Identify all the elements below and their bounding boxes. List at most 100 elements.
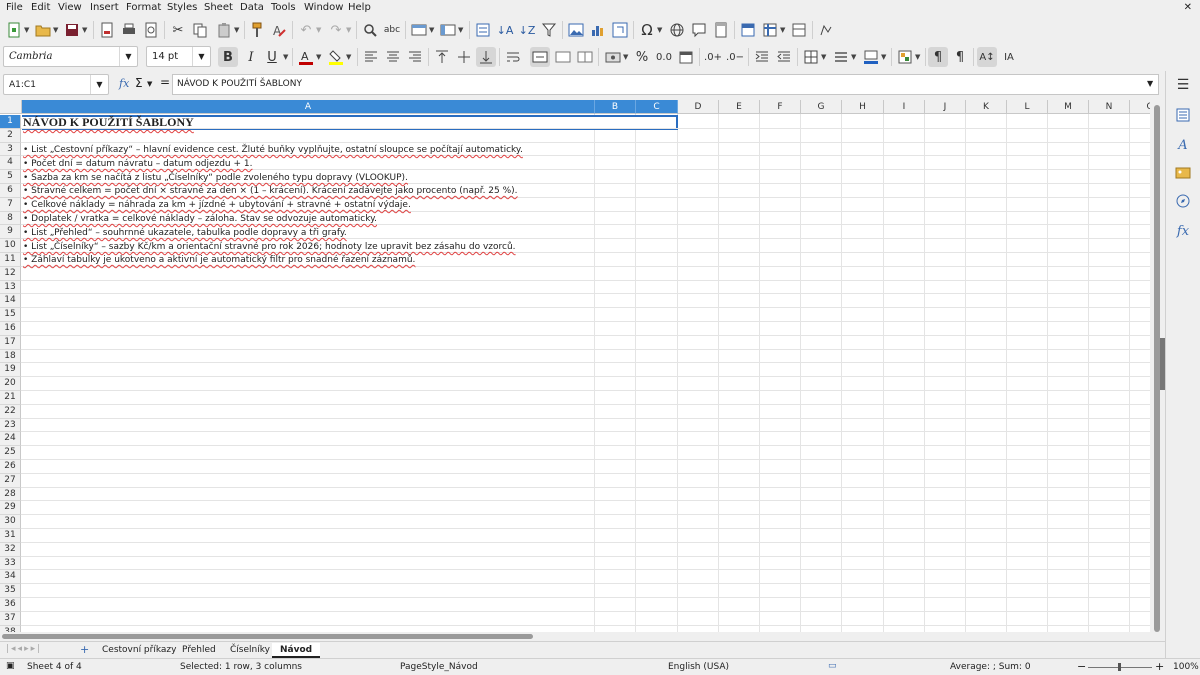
align-top-icon[interactable] — [432, 47, 452, 67]
menu-data[interactable]: Data — [240, 2, 264, 13]
chevron-down-icon[interactable]: ▼ — [346, 26, 351, 34]
language[interactable]: English (USA) — [668, 662, 729, 672]
align-right-icon[interactable] — [405, 47, 425, 67]
merge-center-icon[interactable] — [530, 47, 550, 67]
chevron-down-icon[interactable]: ▼ — [821, 53, 826, 61]
add-decimal-icon[interactable]: .0+ — [703, 47, 723, 67]
column-header-h[interactable]: H — [842, 100, 884, 114]
merge-cells-icon[interactable] — [553, 47, 573, 67]
hamburger-menu-icon[interactable]: ☰ — [1173, 75, 1193, 95]
formula-input[interactable]: NÁVOD K POUŽITÍ ŠABLONY — [172, 74, 1159, 95]
tab-ciselniky[interactable]: Číselníky — [222, 643, 278, 658]
row-header-36[interactable]: 36 — [0, 598, 21, 612]
column-header-f[interactable]: F — [760, 100, 801, 114]
row-header-6[interactable]: 6 — [0, 184, 21, 198]
row-header-8[interactable]: 8 — [0, 211, 21, 226]
insert-chart-icon[interactable] — [588, 20, 608, 40]
sort-ascending-icon[interactable]: ↓A — [495, 20, 515, 40]
navigator-icon[interactable] — [1173, 191, 1193, 211]
row-header-32[interactable]: 32 — [0, 542, 21, 557]
chevron-down-icon[interactable]: ▼ — [851, 53, 856, 61]
border-color-icon[interactable] — [861, 47, 881, 67]
row-header-21[interactable]: 21 — [0, 391, 21, 405]
export-pdf-icon[interactable] — [97, 20, 117, 40]
row-header-20[interactable]: 20 — [0, 377, 21, 391]
page-style[interactable]: PageStyle_Návod — [400, 662, 478, 672]
zoom-out-button[interactable]: − — [1077, 660, 1086, 673]
row-icon[interactable] — [409, 20, 429, 40]
column-header-e[interactable]: E — [719, 100, 760, 114]
hyperlink-icon[interactable] — [667, 20, 687, 40]
row-header-13[interactable]: 13 — [0, 280, 21, 295]
row-header-7[interactable]: 7 — [0, 197, 21, 212]
find-replace-icon[interactable] — [360, 20, 380, 40]
column-header-i[interactable]: I — [884, 100, 925, 114]
function-wizard-icon[interactable]: fx — [119, 77, 129, 90]
open-folder-icon[interactable] — [33, 20, 53, 40]
redo-icon[interactable]: ↷ — [326, 20, 346, 40]
number-format-button[interactable]: 0.0 — [654, 47, 674, 67]
row-header-22[interactable]: 22 — [0, 404, 21, 419]
menu-sheet[interactable]: Sheet — [204, 2, 233, 13]
chevron-down-icon[interactable]: ▼ — [346, 53, 351, 61]
row-header-3[interactable]: 3 — [0, 142, 21, 157]
row-header-31[interactable]: 31 — [0, 529, 21, 543]
name-box[interactable]: A1:C1 ▼ — [3, 74, 109, 95]
menu-window[interactable]: Window — [304, 2, 343, 13]
cell-a4[interactable]: • Počet dní = datum návratu – datum odje… — [23, 159, 252, 169]
split-window-icon[interactable] — [789, 20, 809, 40]
show-draw-functions-icon[interactable] — [816, 20, 836, 40]
column-icon[interactable] — [438, 20, 458, 40]
properties-icon[interactable] — [1173, 105, 1193, 125]
align-left-icon[interactable] — [361, 47, 381, 67]
cell-a10[interactable]: • List „Číselníky“ – sazby Kč/km a orien… — [23, 242, 516, 252]
sort-descending-icon[interactable]: ↓Z — [517, 20, 537, 40]
highlight-color-icon[interactable] — [326, 47, 346, 67]
row-header-19[interactable]: 19 — [0, 363, 21, 378]
row-header-35[interactable]: 35 — [0, 584, 21, 598]
column-header-b[interactable]: B — [595, 100, 636, 114]
italic-button[interactable]: I — [241, 47, 261, 67]
column-header-c[interactable]: C — [636, 100, 678, 114]
chevron-down-icon[interactable]: ▼ — [316, 26, 321, 34]
row-header-5[interactable]: 5 — [0, 170, 21, 184]
column-header-o[interactable]: O — [1130, 100, 1150, 114]
row-header-34[interactable]: 34 — [0, 570, 21, 585]
row-header-2[interactable]: 2 — [0, 128, 21, 143]
row-header-10[interactable]: 10 — [0, 239, 21, 253]
wrap-text-icon[interactable] — [503, 47, 523, 67]
paste-icon[interactable] — [214, 20, 234, 40]
border-style-icon[interactable] — [831, 47, 851, 67]
right-to-left-icon[interactable]: ¶ — [950, 47, 970, 67]
align-bottom-icon[interactable] — [476, 47, 496, 67]
define-print-area-icon[interactable] — [738, 20, 758, 40]
menu-format[interactable]: Format — [126, 2, 161, 13]
chevron-down-icon[interactable]: ▼ — [192, 47, 210, 66]
tab-cestovni-prikazy[interactable]: Cestovní příkazy — [94, 643, 184, 658]
menu-help[interactable]: Help — [348, 2, 371, 13]
zoom-slider-handle[interactable] — [1118, 663, 1121, 671]
column-header-k[interactable]: K — [966, 100, 1007, 114]
decrease-indent-icon[interactable] — [774, 47, 794, 67]
row-header-33[interactable]: 33 — [0, 556, 21, 571]
row-header-14[interactable]: 14 — [0, 294, 21, 309]
font-name-combo[interactable]: Cambria ▼ — [3, 46, 138, 67]
zoom-level[interactable]: 100% — [1173, 662, 1199, 672]
bold-button[interactable]: B — [218, 47, 238, 67]
text-vertical-icon[interactable]: IA — [999, 47, 1019, 67]
row-header-30[interactable]: 30 — [0, 515, 21, 529]
column-header-l[interactable]: L — [1007, 100, 1048, 114]
column-header-m[interactable]: M — [1048, 100, 1089, 114]
row-header-18[interactable]: 18 — [0, 349, 21, 364]
font-color-icon[interactable]: A — [296, 47, 316, 67]
cell-a3[interactable]: • List „Cestovní příkazy“ – hlavní evide… — [23, 145, 523, 155]
borders-icon[interactable] — [801, 47, 821, 67]
chevron-down-icon[interactable]: ▼ — [915, 53, 920, 61]
comment-icon[interactable] — [689, 20, 709, 40]
font-size-combo[interactable]: 14 pt ▼ — [146, 46, 211, 67]
print-icon[interactable] — [119, 20, 139, 40]
document-modified-icon[interactable]: ▣ — [6, 661, 15, 671]
copy-icon[interactable] — [190, 20, 210, 40]
horizontal-scroll-thumb[interactable] — [2, 634, 533, 639]
chevron-down-icon[interactable]: ▼ — [458, 26, 463, 34]
